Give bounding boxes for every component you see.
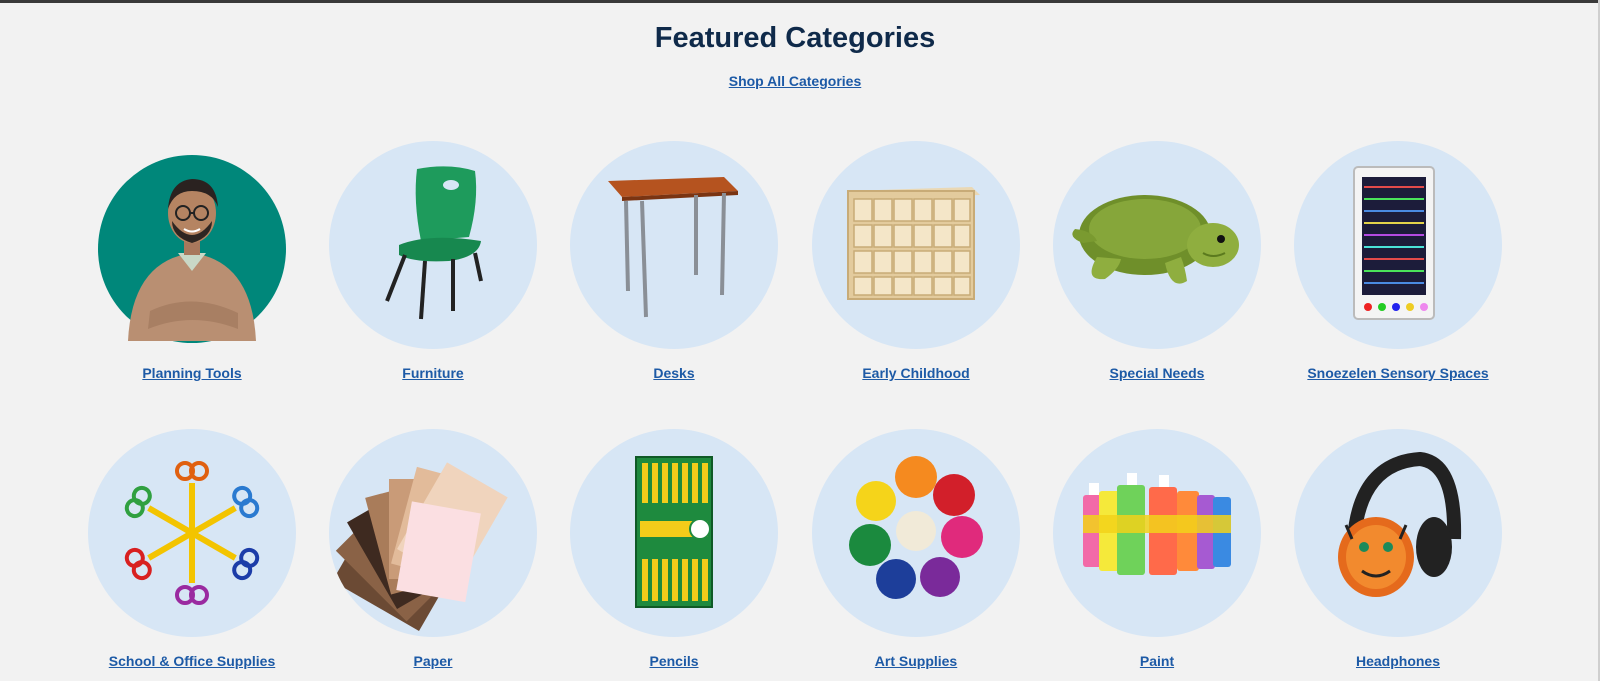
- desk-icon: [570, 141, 778, 349]
- pencil-box-icon: [570, 429, 778, 637]
- category-pencils[interactable]: Pencils: [554, 429, 794, 669]
- category-label[interactable]: Snoezelen Sensory Spaces: [1278, 365, 1518, 381]
- teacher-photo-icon: [88, 141, 296, 349]
- cubby-shelf-icon: [812, 141, 1020, 349]
- chair-icon: [329, 141, 537, 349]
- section-title: Featured Categories: [654, 22, 936, 54]
- category-label[interactable]: Desks: [554, 365, 794, 381]
- category-label[interactable]: Early Childhood: [796, 365, 1036, 381]
- plush-turtle-icon: [1053, 141, 1261, 349]
- category-label[interactable]: Headphones: [1278, 653, 1518, 669]
- category-art-supplies[interactable]: Art Supplies: [796, 429, 1036, 669]
- category-furniture[interactable]: Furniture: [313, 141, 553, 381]
- category-special-needs[interactable]: Special Needs: [1037, 141, 1277, 381]
- category-planning-tools[interactable]: Planning Tools: [72, 141, 312, 381]
- category-label[interactable]: Pencils: [554, 653, 794, 669]
- category-headphones[interactable]: Headphones: [1278, 429, 1518, 669]
- paint-bottles-icon: [1053, 429, 1261, 637]
- dough-balls-icon: [812, 429, 1020, 637]
- category-label[interactable]: Paper: [313, 653, 553, 669]
- category-label[interactable]: Paint: [1037, 653, 1277, 669]
- category-desks[interactable]: Desks: [554, 141, 794, 381]
- category-label[interactable]: Art Supplies: [796, 653, 1036, 669]
- category-label[interactable]: Planning Tools: [72, 365, 312, 381]
- shop-all-categories-link[interactable]: Shop All Categories: [0, 73, 1590, 89]
- category-snoezelen-sensory-spaces[interactable]: Snoezelen Sensory Spaces: [1278, 141, 1518, 381]
- sensory-light-panel-icon: [1294, 141, 1502, 349]
- category-paper[interactable]: Paper: [313, 429, 553, 669]
- category-label[interactable]: Furniture: [313, 365, 553, 381]
- category-label[interactable]: Special Needs: [1037, 365, 1277, 381]
- category-label[interactable]: School & Office Supplies: [72, 653, 312, 669]
- window-top-edge: [0, 0, 1600, 3]
- category-early-childhood[interactable]: Early Childhood: [796, 141, 1036, 381]
- paper-fan-icon: [329, 429, 537, 637]
- category-paint[interactable]: Paint: [1037, 429, 1277, 669]
- headphones-icon: [1294, 429, 1502, 637]
- scissors-icon: [88, 429, 296, 637]
- category-school-office-supplies[interactable]: School & Office Supplies: [72, 429, 312, 669]
